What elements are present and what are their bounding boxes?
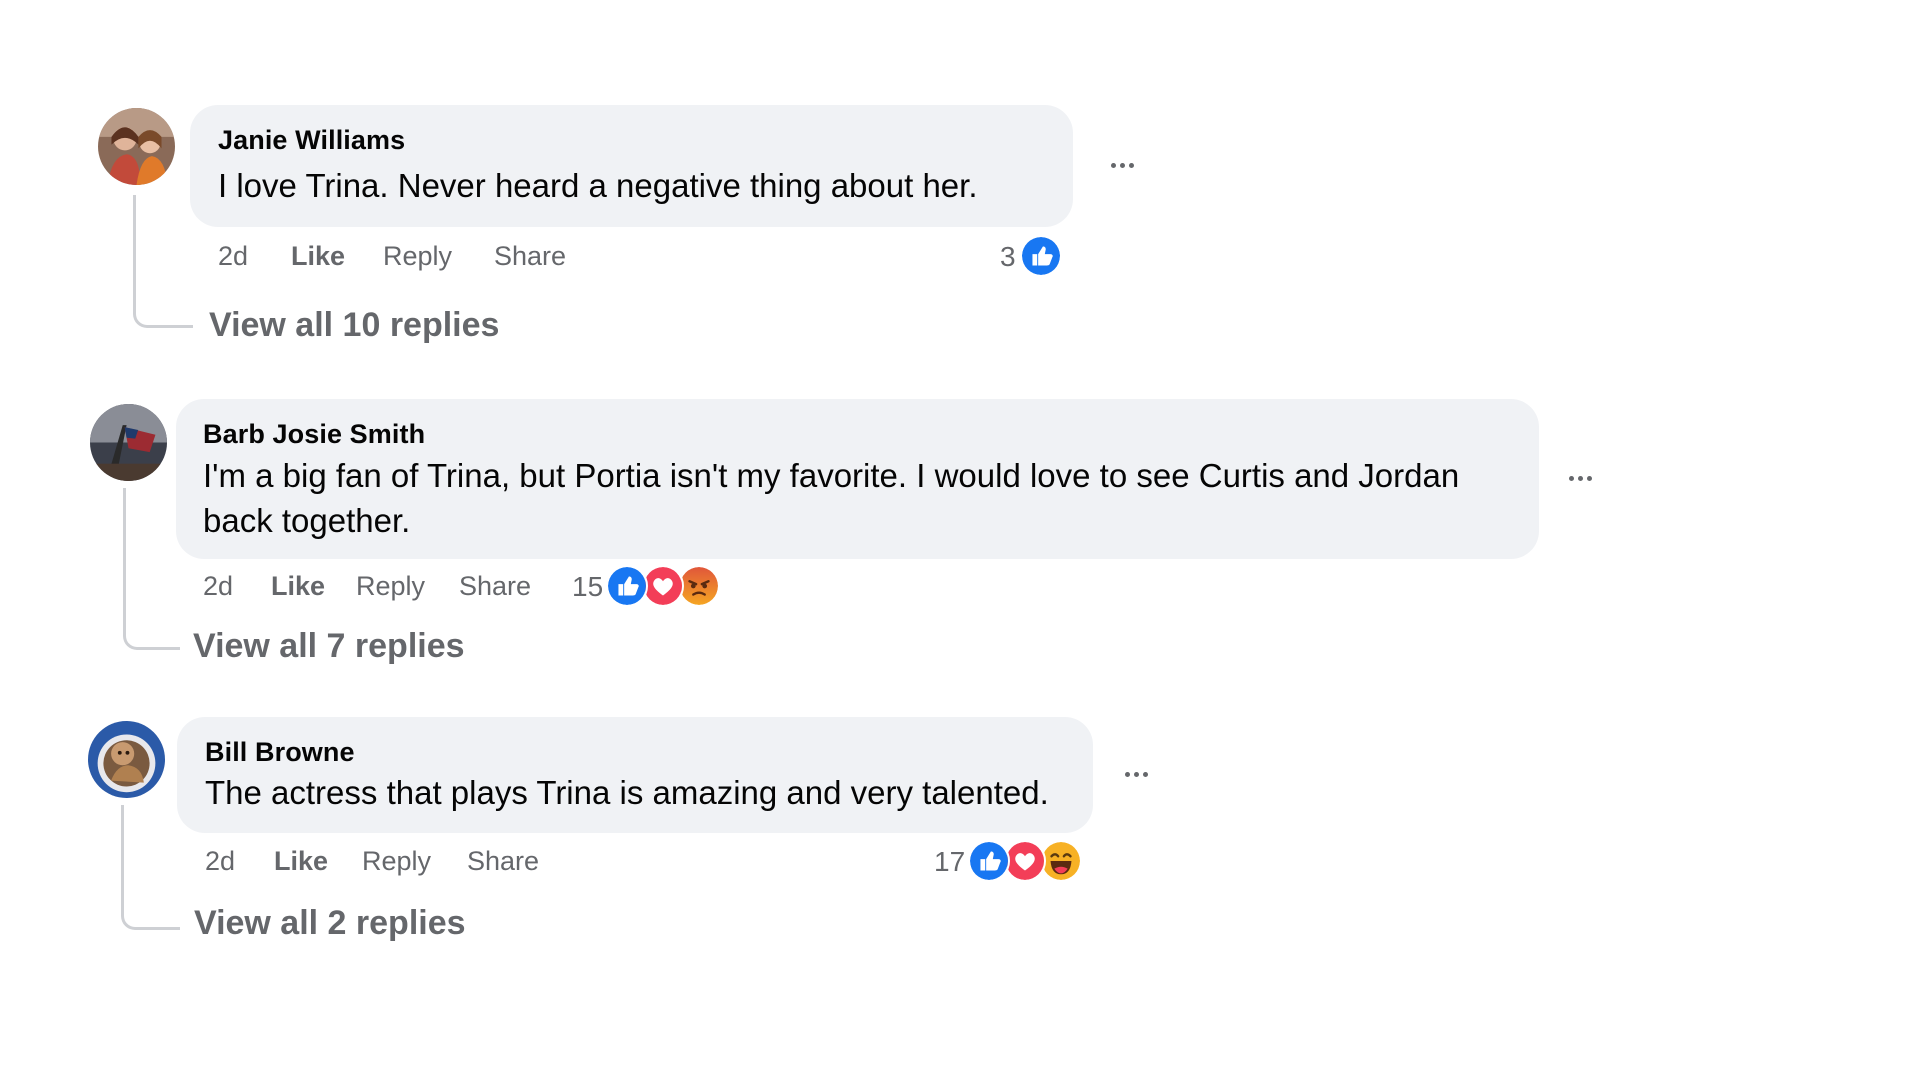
like-icon [606, 565, 648, 607]
reaction-count[interactable]: 17 [934, 846, 965, 878]
like-button[interactable]: Like [271, 571, 325, 602]
reply-button[interactable]: Reply [362, 846, 431, 877]
share-button[interactable]: Share [459, 571, 531, 602]
avatar-photo-icon [88, 721, 165, 798]
thread-connector [121, 805, 180, 930]
timestamp[interactable]: 2d [205, 846, 235, 877]
avatar[interactable] [90, 404, 167, 481]
like-button[interactable]: Like [274, 846, 328, 877]
reaction-icons[interactable] [968, 840, 1086, 882]
angry-icon [678, 565, 720, 607]
comment-author[interactable]: Janie Williams [218, 125, 405, 156]
reaction-count[interactable]: 3 [1000, 241, 1016, 273]
comment-text: The actress that plays Trina is amazing … [205, 774, 1049, 811]
haha-icon [1040, 840, 1082, 882]
view-replies-link[interactable]: View all 7 replies [193, 627, 465, 666]
timestamp[interactable]: 2d [218, 241, 248, 272]
view-replies-link[interactable]: View all 2 replies [194, 904, 466, 943]
thread-connector [133, 195, 193, 328]
timestamp[interactable]: 2d [203, 571, 233, 602]
love-icon [642, 565, 684, 607]
comment-author[interactable]: Barb Josie Smith [203, 419, 425, 450]
like-icon [968, 840, 1010, 882]
more-options-icon[interactable] [1114, 759, 1158, 789]
avatar-photo-icon [90, 404, 167, 481]
reply-button[interactable]: Reply [383, 241, 452, 272]
avatar-photo-icon [98, 108, 175, 185]
love-icon [1004, 840, 1046, 882]
comment-text-line-2: back together. [203, 502, 411, 539]
avatar[interactable] [88, 721, 165, 798]
share-button[interactable]: Share [467, 846, 539, 877]
avatar[interactable] [98, 108, 175, 185]
more-options-icon[interactable] [1558, 463, 1602, 493]
reaction-icons[interactable] [1020, 235, 1064, 277]
reply-button[interactable]: Reply [356, 571, 425, 602]
reaction-icons[interactable] [606, 565, 724, 607]
thread-connector [123, 488, 180, 650]
share-button[interactable]: Share [494, 241, 566, 272]
comment-author[interactable]: Bill Browne [205, 737, 355, 768]
like-icon [1020, 235, 1062, 277]
comment-text-line-1: I'm a big fan of Trina, but Portia isn't… [203, 457, 1460, 494]
comment-text: I love Trina. Never heard a negative thi… [218, 167, 978, 204]
reaction-count[interactable]: 15 [572, 571, 603, 603]
more-options-icon[interactable] [1100, 150, 1144, 180]
view-replies-link[interactable]: View all 10 replies [209, 306, 499, 345]
like-button[interactable]: Like [291, 241, 345, 272]
